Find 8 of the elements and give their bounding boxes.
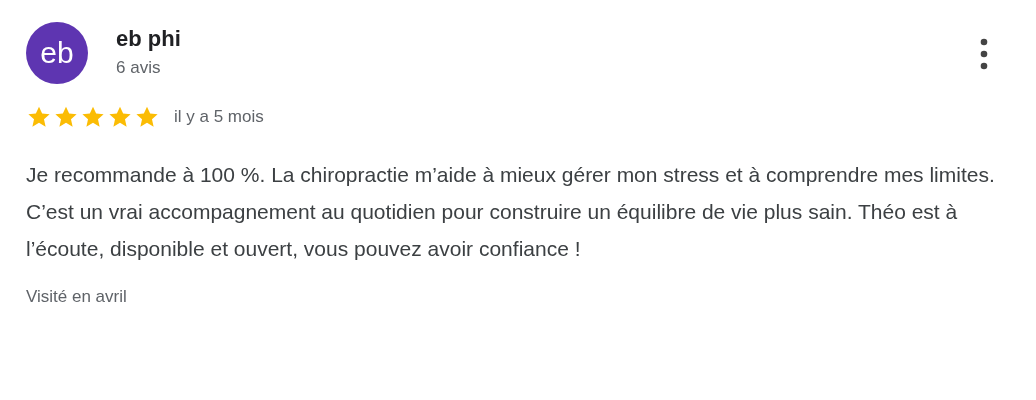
avatar[interactable]: eb xyxy=(26,22,88,84)
visit-date: Visité en avril xyxy=(26,287,128,307)
review-text: Je recommande à 100 %. La chiropractie m’aide à mieux gérer mon stress et à comprendre mes limites. C’est un vrai accompagnement au quotidien pour construire un équilibre de vie plus sain. Théo est à l’écoute, disponible et ouvert, vous pouvez avoir confiance ! xyxy=(26,162,996,262)
review-count: 6 avis xyxy=(116,58,162,78)
more-icon xyxy=(980,38,988,70)
review-time: il y a 5 mois xyxy=(174,107,264,127)
reviewer-name[interactable]: eb phi xyxy=(116,26,181,52)
more-options-button[interactable] xyxy=(978,36,990,72)
